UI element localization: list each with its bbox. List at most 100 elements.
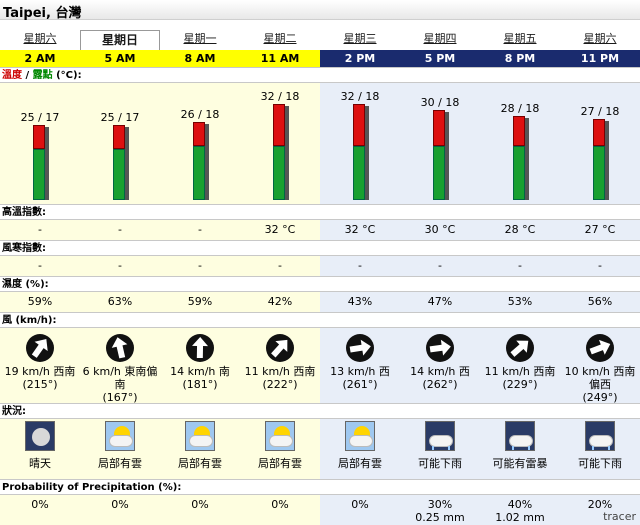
wind-arrow-icon (266, 334, 294, 362)
wind-arrow-icon (506, 334, 534, 362)
precip-cell: 0% (240, 498, 320, 511)
wind-speed-text: 19 km/h 西南 (215°) (4, 365, 76, 391)
temp-bar-segment (593, 119, 605, 146)
condition-label: 狀況: (0, 403, 640, 419)
wind-chill-row: - - - - - - - - (0, 257, 640, 275)
precip-percent: 0% (351, 498, 369, 511)
condition-cell: 局部有雲 (80, 421, 160, 471)
precip-amount: 0.25 mm (415, 511, 465, 524)
dew-bar-segment (33, 149, 45, 200)
wind-arrow-icon (106, 334, 134, 362)
humidity-value: 43% (347, 295, 373, 308)
humidity-value: 59% (27, 295, 53, 308)
weather-icon (185, 421, 215, 451)
temp-dew-value: 32 / 18 (340, 90, 380, 103)
day-tab[interactable]: 星期四 (400, 30, 480, 50)
dew-bar-segment (593, 146, 605, 200)
day-tab[interactable]: 星期三 (320, 30, 400, 50)
weather-icon (105, 421, 135, 451)
wind-speed-text: 11 km/h 西南 (229°) (484, 365, 556, 391)
condition-cell: 可能下雨 (400, 421, 480, 471)
time-cell: 11 PM (560, 50, 640, 67)
temp-bar (113, 125, 129, 200)
precip-cell: 0% (320, 498, 400, 511)
temp-bar (513, 116, 529, 200)
weather-icon (425, 421, 455, 451)
day-tab[interactable]: 星期六 (0, 30, 80, 50)
day-tab[interactable]: 星期六 (560, 30, 640, 50)
heat-index-value: 28 °C (504, 223, 536, 236)
day-tab[interactable]: 星期一 (160, 30, 240, 50)
wind-arrow-icon (426, 334, 454, 362)
condition-text: 可能下雨 (418, 457, 462, 470)
condition-text: 局部有雲 (338, 457, 382, 470)
temp-dew-value: 25 / 17 (20, 111, 60, 124)
precip-cell: 0% (160, 498, 240, 511)
temp-bar-segment (273, 104, 285, 146)
condition-cell: 可能有雷暴 (480, 421, 560, 471)
wind-label: 風 (km/h): (0, 312, 640, 328)
temp-bar (193, 122, 209, 200)
wind-cell: 14 km/h 西 (262°) (400, 333, 480, 391)
temp-bar-segment (513, 116, 525, 146)
condition-text: 局部有雲 (98, 457, 142, 470)
wind-chill-value: - (118, 259, 122, 272)
wind-chill-label: 風寒指數: (0, 240, 640, 256)
dew-bar-segment (273, 146, 285, 200)
day-tab[interactable]: 星期二 (240, 30, 320, 50)
wind-chill-value: - (438, 259, 442, 272)
dew-bar-segment (353, 146, 365, 200)
day-tab[interactable]: 星期五 (480, 30, 560, 50)
temp-dew-value: 30 / 18 (420, 96, 460, 109)
wind-speed-text: 13 km/h 西 (261°) (330, 365, 390, 391)
wind-chill-value: - (598, 259, 602, 272)
wind-cell: 11 km/h 西南 (229°) (480, 333, 560, 391)
temp-bar (273, 104, 289, 200)
temp-bar (593, 119, 609, 200)
precip-label: Probability of Precipitation (%): (0, 479, 640, 495)
weather-icon (585, 421, 615, 451)
dew-label: 露點 (32, 70, 53, 81)
time-row: 2 AM 5 AM 8 AM 11 AM 2 PM 5 PM 8 PM 11 P… (0, 50, 640, 67)
tracer-text: tracer (603, 510, 636, 523)
heat-index-value: 30 °C (424, 223, 456, 236)
precip-cell: 0% (0, 498, 80, 511)
precip-percent: 0% (271, 498, 289, 511)
time-cell: 2 AM (0, 50, 80, 67)
time-cell: 8 AM (160, 50, 240, 67)
time-cell: 5 AM (80, 50, 160, 67)
temp-bar-segment (113, 125, 125, 149)
precip-percent: 40% (507, 498, 533, 511)
heat-index-value: 32 °C (344, 223, 376, 236)
condition-text: 可能下雨 (578, 457, 622, 470)
heat-index-value: - (38, 223, 42, 236)
weather-icon (505, 421, 535, 451)
condition-text: 晴天 (29, 457, 51, 470)
weather-icon (345, 421, 375, 451)
time-cell: 11 AM (240, 50, 320, 67)
heat-index-value: - (118, 223, 122, 236)
heat-index-value: 27 °C (584, 223, 616, 236)
humidity-value: 63% (107, 295, 133, 308)
wind-arrow-icon (586, 334, 614, 362)
wind-speed-text: 6 km/h 東南偏南 (167°) (82, 365, 158, 404)
dew-bar-segment (433, 146, 445, 200)
humidity-value: 53% (507, 295, 533, 308)
temp-dew-value: 32 / 18 (260, 90, 300, 103)
heat-index-value: - (198, 223, 202, 236)
heat-index-label: 高溫指數: (0, 204, 640, 220)
weather-icon (25, 421, 55, 451)
wind-cell: 6 km/h 東南偏南 (167°) (80, 333, 160, 404)
humidity-row: 59% 63% 59% 42% 43% 47% 53% 56% (0, 293, 640, 311)
precip-percent: 30% (427, 498, 453, 511)
temp-label: 溫度 (2, 70, 22, 81)
condition-text: 局部有雲 (178, 457, 222, 470)
weather-icon (265, 421, 295, 451)
wind-chill-value: - (278, 259, 282, 272)
wind-chill-value: - (198, 259, 202, 272)
day-tab-active[interactable]: 星期日 (80, 30, 160, 50)
temp-dew-value: 25 / 17 (100, 111, 140, 124)
condition-cell: 可能下雨 (560, 421, 640, 471)
location-title-bar: Taipei, 台灣 (0, 0, 640, 21)
precip-amount: 1.02 mm (495, 511, 545, 524)
